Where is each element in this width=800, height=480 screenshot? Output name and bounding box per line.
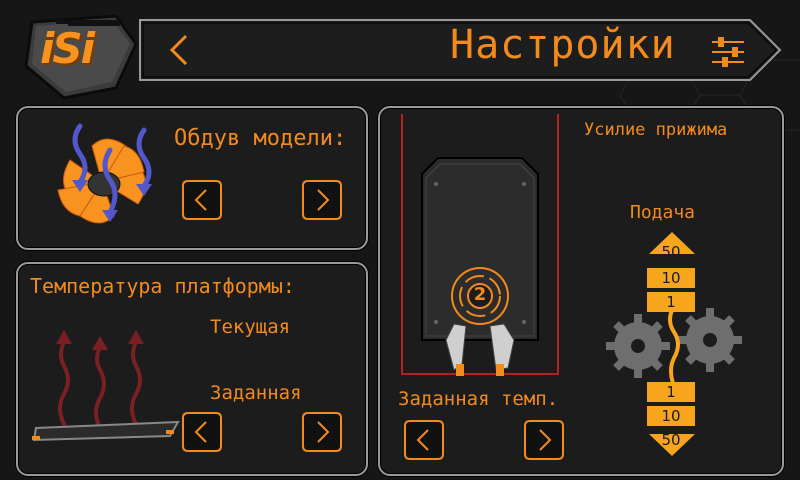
platform-increase-button[interactable] <box>300 410 344 454</box>
heated-bed-icon <box>32 330 180 442</box>
app-logo: iSi <box>12 6 142 102</box>
feed-down-1-button[interactable]: 1 <box>647 382 695 402</box>
feed-up-10-button[interactable]: 10 <box>647 268 695 288</box>
chevron-left-icon <box>182 180 222 220</box>
chevron-left-icon <box>182 412 222 452</box>
fan-decrease-button[interactable] <box>180 178 224 222</box>
feed-down-arrows: 1 10 50 <box>647 374 697 466</box>
fan-panel: Обдув модели: <box>16 106 368 250</box>
feed-up-arrows: 50 10 1 <box>647 230 697 322</box>
extruder-decrease-button[interactable] <box>402 418 446 462</box>
feed-label: Подача <box>630 202 696 223</box>
platform-current-label: Текущая <box>210 316 291 338</box>
target-temp-label: Заданная темп. <box>398 388 559 410</box>
feed-control: 50 10 1 1 10 50 <box>600 230 760 466</box>
chevron-right-icon <box>302 412 342 452</box>
platform-target-label: Заданная <box>210 382 302 404</box>
page-title: Настройки <box>450 22 676 68</box>
pressure-label: Усилие прижима <box>584 120 728 140</box>
logo-text: iSi <box>40 24 95 73</box>
nozzle-number: 2 <box>473 284 487 305</box>
chevron-right-icon <box>302 180 342 220</box>
sliders-icon <box>708 34 748 70</box>
fan-label: Обдув модели: <box>174 126 347 151</box>
feed-up-1-button[interactable]: 1 <box>647 292 695 312</box>
extruder-panel: 2 Усилие прижима Подача Заданная темп. 5… <box>378 106 784 476</box>
feed-up-50-button[interactable]: 50 <box>647 242 695 262</box>
extruder-increase-button[interactable] <box>522 418 566 462</box>
platform-title: Температура платформы: <box>30 274 295 298</box>
fan-icon <box>57 123 152 224</box>
extruder-head-icon <box>401 114 559 376</box>
platform-panel: Температура платформы: Текущая Заданная <box>16 262 368 476</box>
chevron-left-icon <box>169 34 188 66</box>
feed-down-50-button[interactable]: 50 <box>647 430 695 450</box>
fan-increase-button[interactable] <box>300 178 344 222</box>
chevron-right-icon <box>524 420 564 460</box>
platform-decrease-button[interactable] <box>180 410 224 454</box>
chevron-left-icon <box>404 420 444 460</box>
back-button[interactable] <box>158 28 198 72</box>
feed-down-10-button[interactable]: 10 <box>647 406 695 426</box>
